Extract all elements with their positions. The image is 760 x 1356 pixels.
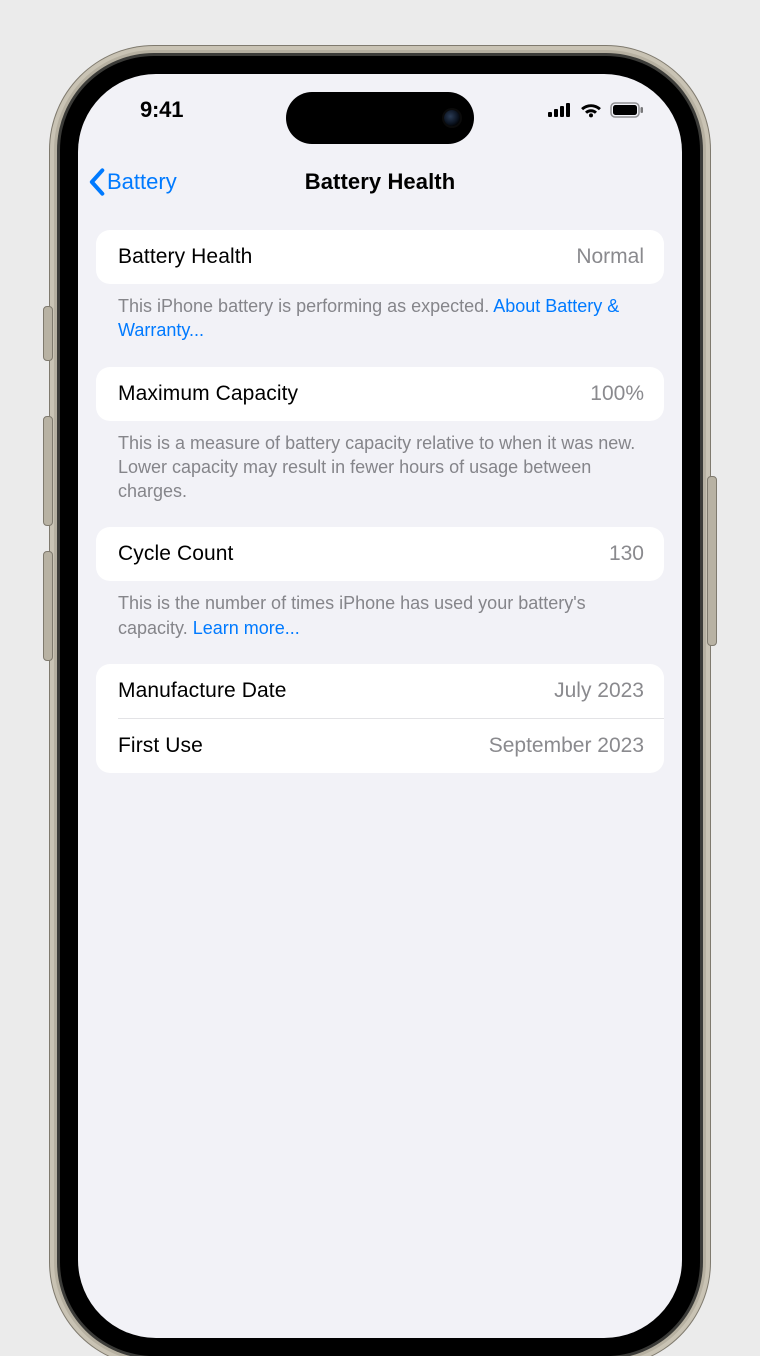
wifi-icon [580, 102, 602, 118]
side-button-action [43, 306, 53, 361]
status-bar: 9:41 [78, 74, 682, 146]
manufacture-date-label: Manufacture Date [118, 679, 287, 703]
footer-battery-health-text: This iPhone battery is performing as exp… [118, 296, 493, 316]
battery-icon [610, 102, 644, 118]
group-battery-health: Battery Health Normal This iPhone batter… [96, 230, 664, 343]
first-use-value: September 2023 [489, 734, 644, 758]
card-battery-health: Battery Health Normal [96, 230, 664, 284]
cycle-count-learn-more-link[interactable]: Learn more... [193, 618, 300, 638]
group-dates: Manufacture Date July 2023 First Use Sep… [96, 664, 664, 773]
row-max-capacity[interactable]: Maximum Capacity 100% [96, 367, 664, 421]
group-cycle-count: Cycle Count 130 This is the number of ti… [96, 527, 664, 640]
group-max-capacity: Maximum Capacity 100% This is a measure … [96, 367, 664, 504]
cycle-count-label: Cycle Count [118, 542, 233, 566]
row-cycle-count[interactable]: Cycle Count 130 [96, 527, 664, 581]
max-capacity-value: 100% [590, 382, 644, 406]
first-use-label: First Use [118, 734, 203, 758]
battery-health-value: Normal [576, 245, 644, 269]
screen: 9:41 [78, 74, 682, 1338]
status-time: 9:41 [140, 97, 183, 123]
manufacture-date-value: July 2023 [554, 679, 644, 703]
side-button-volume-down [43, 551, 53, 661]
footer-battery-health: This iPhone battery is performing as exp… [96, 284, 664, 343]
max-capacity-label: Maximum Capacity [118, 382, 298, 406]
card-max-capacity: Maximum Capacity 100% [96, 367, 664, 421]
phone-device-frame: 9:41 [60, 56, 700, 1356]
row-first-use[interactable]: First Use September 2023 [96, 719, 664, 773]
battery-health-label: Battery Health [118, 245, 252, 269]
page-title: Battery Health [305, 169, 456, 195]
footer-max-capacity: This is a measure of battery capacity re… [96, 421, 664, 504]
side-button-volume-up [43, 416, 53, 526]
cycle-count-value: 130 [609, 542, 644, 566]
chevron-left-icon [88, 168, 105, 196]
content: Battery Health Normal This iPhone batter… [78, 230, 682, 1338]
back-button[interactable]: Battery [88, 168, 177, 196]
card-cycle-count: Cycle Count 130 [96, 527, 664, 581]
nav-bar: Battery Battery Health [78, 154, 682, 210]
row-manufacture-date[interactable]: Manufacture Date July 2023 [96, 664, 664, 718]
footer-cycle-count: This is the number of times iPhone has u… [96, 581, 664, 640]
footer-cycle-count-text: This is the number of times iPhone has u… [118, 593, 586, 637]
row-battery-health[interactable]: Battery Health Normal [96, 230, 664, 284]
card-dates: Manufacture Date July 2023 First Use Sep… [96, 664, 664, 773]
side-button-power [707, 476, 717, 646]
status-indicators [548, 102, 644, 118]
back-label: Battery [107, 169, 177, 195]
cellular-icon [548, 103, 572, 117]
